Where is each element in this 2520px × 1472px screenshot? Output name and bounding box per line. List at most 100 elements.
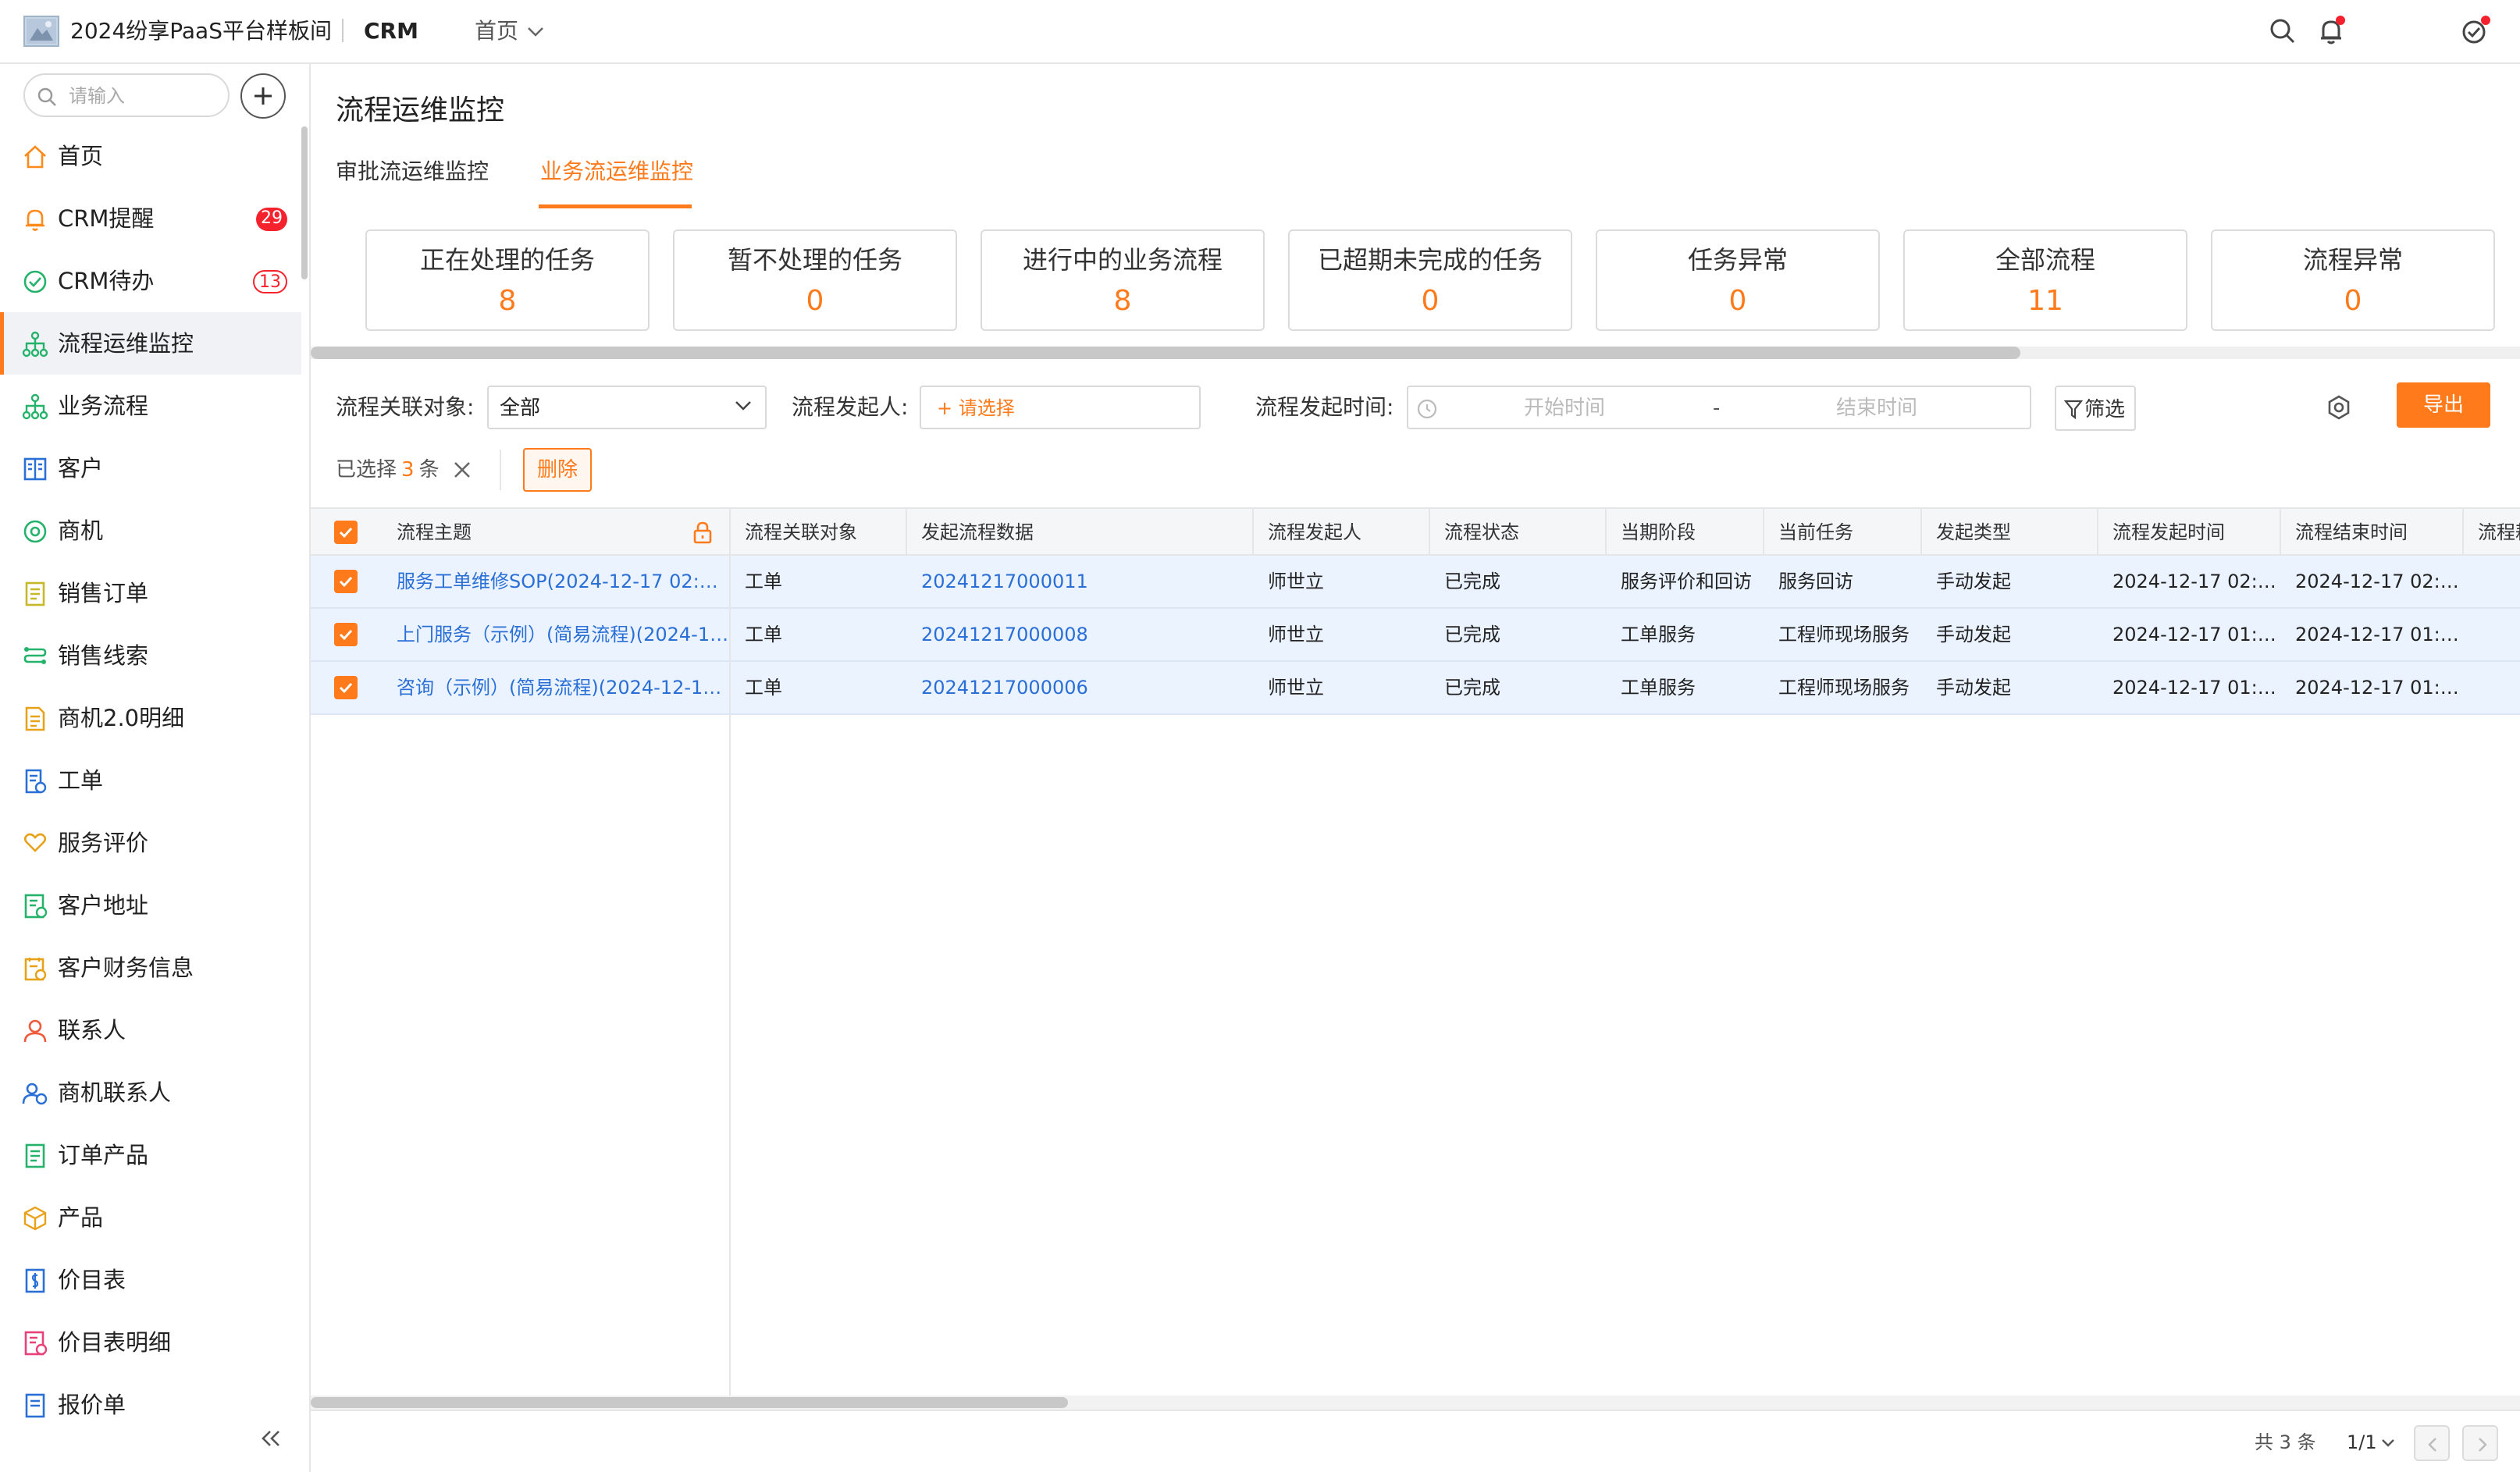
card-all-flows[interactable]: 全部流程 11: [1903, 229, 2187, 331]
table-row[interactable]: 咨询（示例）(简易流程)(2024-12-17 01:29) 工单 202412…: [311, 662, 2520, 715]
sidebar-item-work-order[interactable]: 工单: [0, 749, 301, 812]
order-product-icon: [25, 1143, 45, 1168]
card-flow-errors[interactable]: 流程异常 0: [2211, 229, 2495, 331]
sidebar-item-crm-reminder[interactable]: CRM提醒 29: [0, 187, 301, 250]
sidebar-item-crm-todo[interactable]: CRM待办 13: [0, 250, 301, 312]
row-source-data-link[interactable]: 20241217000006: [907, 662, 1254, 713]
date-separator: -: [1713, 396, 1721, 420]
card-overdue-tasks[interactable]: 已超期未完成的任务 0: [1288, 229, 1572, 331]
row-subject-link[interactable]: 上门服务（示例）(简易流程)(2024-12-17 01:55): [383, 609, 729, 660]
card-value: 0: [1728, 285, 1747, 317]
end-date-placeholder[interactable]: 结束时间: [1721, 393, 2033, 423]
notification-button[interactable]: [2315, 16, 2347, 47]
sidebar-item-sales-leads[interactable]: 销售线索: [0, 624, 301, 687]
sidebar-item-label: 销售线索: [58, 642, 149, 669]
sidebar-item-sales-order[interactable]: 销售订单: [0, 562, 301, 624]
sidebar-item-label: 价目表明细: [58, 1329, 172, 1356]
table-scrollbar[interactable]: [311, 1396, 2520, 1410]
scrollbar-thumb[interactable]: [311, 1397, 1068, 1408]
row-source-data-link[interactable]: 20241217000011: [907, 556, 1254, 607]
row-subject-link[interactable]: 服务工单维修SOP(2024-12-17 02:56): [383, 556, 729, 607]
home-icon: [24, 145, 46, 169]
sidebar-item-customer[interactable]: 客户: [0, 437, 301, 500]
object-select[interactable]: 全部: [487, 386, 767, 429]
card-running-flows[interactable]: 进行中的业务流程 8: [981, 229, 1265, 331]
sidebar-item-customer-finance[interactable]: 客户财务信息: [0, 937, 301, 999]
settings-button[interactable]: [2323, 392, 2354, 423]
sidebar-scrollbar[interactable]: [301, 126, 308, 279]
column-header-start-time[interactable]: 流程发起时间: [2098, 509, 2281, 556]
column-header-end-time[interactable]: 流程结束时间: [2281, 509, 2464, 556]
sidebar-item-order-product[interactable]: 订单产品: [0, 1124, 301, 1186]
next-page-button[interactable]: [2462, 1425, 2498, 1461]
tab-business-flow-monitor[interactable]: 业务流运维监控: [540, 156, 693, 187]
row-checkbox[interactable]: [334, 570, 358, 593]
table-row[interactable]: 上门服务（示例）(简易流程)(2024-12-17 01:55) 工单 2024…: [311, 609, 2520, 662]
select-all-checkbox[interactable]: [334, 521, 358, 544]
todo-button[interactable]: [2459, 16, 2490, 47]
sidebar-item-contact[interactable]: 联系人: [0, 999, 301, 1061]
column-header-current-task[interactable]: 当前任务: [1764, 509, 1922, 556]
card-deferred-tasks[interactable]: 暂不处理的任务 0: [673, 229, 957, 331]
column-header-subject[interactable]: 流程主题: [383, 509, 731, 556]
row-checkbox[interactable]: [334, 676, 358, 699]
sidebar-search-input[interactable]: [69, 83, 217, 109]
start-date-placeholder[interactable]: 开始时间: [1408, 393, 1721, 423]
column-header-source-data[interactable]: 发起流程数据: [907, 509, 1254, 556]
sidebar-item-process-monitor[interactable]: 流程运维监控: [0, 312, 301, 375]
clear-selection-button[interactable]: [451, 459, 473, 481]
sidebar-item-customer-address[interactable]: 客户地址: [0, 874, 301, 937]
column-lock-button[interactable]: [690, 520, 715, 545]
row-stage: 服务评价和回访: [1621, 571, 1752, 592]
card-title: 任务异常: [1687, 245, 1788, 275]
row-checkbox[interactable]: [334, 623, 358, 646]
initiator-filter-label: 流程发起人:: [792, 394, 909, 420]
row-launch-type: 手动发起: [1936, 571, 2011, 592]
initiator-picker[interactable]: + 请选择: [920, 386, 1201, 429]
global-search-button[interactable]: [2267, 16, 2298, 47]
sidebar-item-business-flow[interactable]: 业务流程: [0, 375, 301, 437]
sidebar-item-product[interactable]: 产品: [0, 1186, 301, 1249]
sidebar-item-service-rating[interactable]: 服务评价: [0, 812, 301, 874]
reminder-count-badge: 29: [256, 208, 287, 231]
search-icon: [2270, 19, 2295, 44]
app-logo[interactable]: [23, 16, 59, 47]
page-selector[interactable]: 1/1: [2347, 1427, 2396, 1458]
sidebar-item-label: 服务评价: [58, 830, 149, 856]
sidebar-item-opportunity-contact[interactable]: 商机联系人: [0, 1061, 301, 1124]
sidebar-item-quote[interactable]: 报价单: [0, 1374, 301, 1436]
page-selector-label: 1/1: [2347, 1431, 2377, 1453]
column-header-initiator[interactable]: 流程发起人: [1254, 509, 1430, 556]
export-button[interactable]: 导出: [2397, 382, 2490, 428]
column-header-status[interactable]: 流程状态: [1430, 509, 1607, 556]
add-menu-button[interactable]: [240, 73, 286, 119]
card-processing-tasks[interactable]: 正在处理的任务 8: [365, 229, 650, 331]
sidebar-item-opportunity[interactable]: 商机: [0, 500, 301, 562]
ticket-icon: [25, 769, 47, 794]
scrollbar-thumb[interactable]: [311, 347, 2020, 359]
sidebar-item-price-list[interactable]: 价目表: [0, 1249, 301, 1311]
card-task-errors[interactable]: 任务异常 0: [1596, 229, 1880, 331]
home-dropdown[interactable]: 首页: [475, 16, 544, 47]
sidebar-item-home[interactable]: 首页: [0, 125, 301, 187]
cards-scrollbar[interactable]: [311, 347, 2520, 359]
row-end-time: 2024-12-17 01:56: [2295, 624, 2464, 645]
chevron-down-icon: [735, 401, 751, 411]
row-source-data-link[interactable]: 20241217000008: [907, 609, 1254, 660]
column-header-stage[interactable]: 当期阶段: [1607, 509, 1764, 556]
column-header-launch-type[interactable]: 发起类型: [1922, 509, 2098, 556]
sidebar-search[interactable]: [23, 73, 230, 117]
tab-approval-monitor[interactable]: 审批流运维监控: [336, 156, 489, 187]
collapse-sidebar-button[interactable]: [258, 1425, 284, 1452]
prev-page-button[interactable]: [2414, 1425, 2450, 1461]
card-value: 0: [2344, 285, 2362, 317]
filter-button[interactable]: 筛选: [2055, 386, 2136, 431]
delete-button[interactable]: 删除: [523, 448, 592, 492]
column-header-duration[interactable]: 流程耗时: [2464, 509, 2520, 556]
table-row[interactable]: 服务工单维修SOP(2024-12-17 02:56) 工单 202412170…: [311, 556, 2520, 609]
row-subject-link[interactable]: 咨询（示例）(简易流程)(2024-12-17 01:29): [383, 662, 729, 713]
date-range-picker[interactable]: 开始时间 - 结束时间: [1407, 386, 2031, 429]
sidebar-item-price-list-detail[interactable]: 价目表明细: [0, 1311, 301, 1374]
sidebar-item-opportunity-detail[interactable]: 商机2.0明细: [0, 687, 301, 749]
column-header-object[interactable]: 流程关联对象: [731, 509, 907, 556]
